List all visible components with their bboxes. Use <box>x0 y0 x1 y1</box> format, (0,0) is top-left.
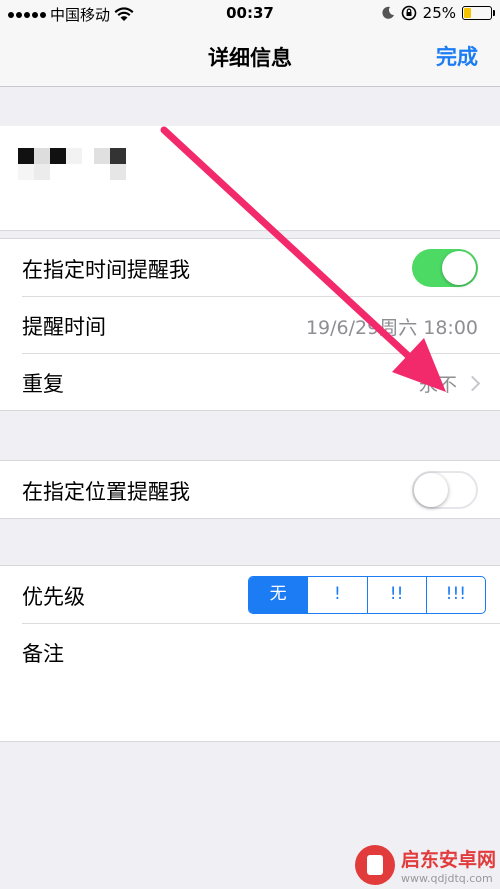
repeat-value-wrap: 永不 <box>418 370 481 397</box>
alarm-row[interactable]: 提醒时间 19/6/29周六 18:00 <box>0 296 500 353</box>
location-reminder-section: 在指定位置提醒我 <box>0 460 500 519</box>
watermark-text: 启东安卓网 www.qdjdtq.com <box>401 845 496 885</box>
watermark: 启东安卓网 www.qdjdtq.com <box>354 845 496 885</box>
screen: 中国移动 00:37 25% 详细信息 完成 在指定时间提醒我 提醒时间 19/… <box>0 0 500 889</box>
watermark-logo-icon <box>354 845 395 885</box>
title-section <box>0 126 500 231</box>
remind-at-time-row: 在指定时间提醒我 <box>0 239 500 296</box>
battery-icon <box>462 6 495 20</box>
rotation-lock-icon <box>401 5 416 21</box>
remind-at-location-switch[interactable] <box>412 471 478 509</box>
priority-row: 优先级 无 ! !! !!! <box>0 566 500 623</box>
repeat-value: 永不 <box>418 374 457 396</box>
priority-label: 优先级 <box>22 585 85 609</box>
remind-at-time-switch[interactable] <box>412 249 478 287</box>
nav-bar: 详细信息 完成 <box>0 28 500 87</box>
moon-icon <box>382 6 394 19</box>
alarm-value: 19/6/29周六 18:00 <box>305 317 478 339</box>
repeat-label: 重复 <box>22 372 64 396</box>
remind-at-location-label: 在指定位置提醒我 <box>22 480 190 504</box>
priority-notes-section: 优先级 无 ! !! !!! 备注 <box>0 565 500 742</box>
status-bar: 中国移动 00:37 25% <box>0 0 500 28</box>
priority-option-none[interactable]: 无 <box>249 577 308 613</box>
page-title: 详细信息 <box>208 46 292 70</box>
status-right: 25% <box>381 4 495 22</box>
alarm-label: 提醒时间 <box>22 315 106 339</box>
done-button[interactable]: 完成 <box>436 41 478 71</box>
notes-label: 备注 <box>22 642 64 666</box>
reminder-title-field[interactable] <box>0 126 500 230</box>
watermark-url: www.qdjdtq.com <box>400 872 493 885</box>
priority-option-low[interactable]: ! <box>307 577 366 613</box>
remind-at-location-row: 在指定位置提醒我 <box>0 461 500 518</box>
priority-segmented-control: 无 ! !! !!! <box>248 576 486 614</box>
notes-row[interactable]: 备注 <box>0 623 500 741</box>
battery-percent: 25% <box>422 4 456 22</box>
repeat-row[interactable]: 重复 永不 <box>0 353 500 410</box>
time-reminder-section: 在指定时间提醒我 提醒时间 19/6/29周六 18:00 重复 永不 <box>0 238 500 411</box>
priority-option-high[interactable]: !!! <box>425 577 485 613</box>
priority-option-medium[interactable]: !! <box>366 577 426 613</box>
watermark-title: 启东安卓网 <box>400 849 496 871</box>
chevron-right-icon <box>464 375 481 392</box>
remind-at-time-label: 在指定时间提醒我 <box>22 258 190 282</box>
